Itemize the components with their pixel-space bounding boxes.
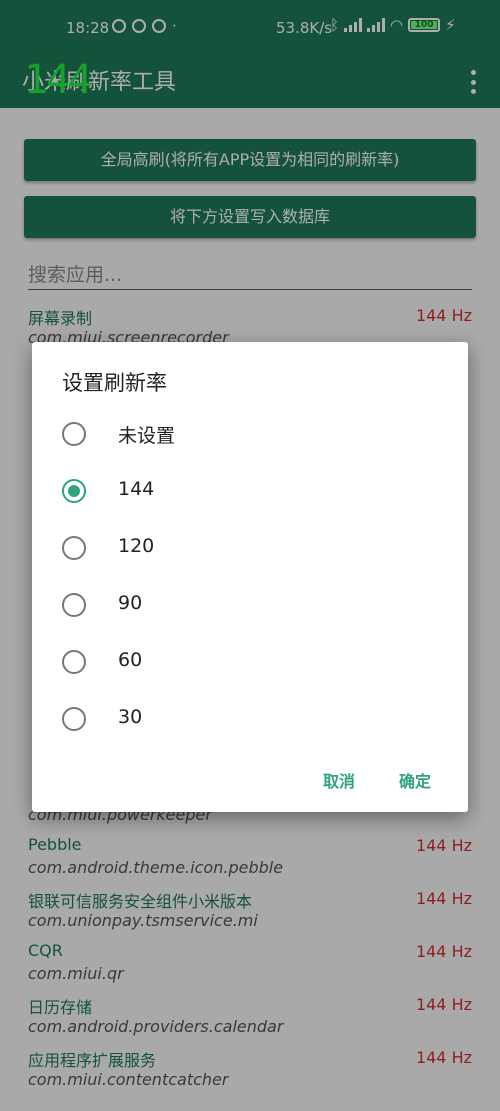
option-label: 144 <box>118 478 155 500</box>
refresh-rate-dialog: 设置刷新率 未设置 144 120 90 60 30 取消 确定 <box>32 342 468 812</box>
radio-button-checked[interactable] <box>62 479 86 503</box>
radio-button[interactable] <box>62 536 86 560</box>
option-label: 60 <box>118 649 143 671</box>
option-144[interactable]: 144 <box>32 465 468 521</box>
option-30[interactable]: 30 <box>32 693 468 749</box>
option-label: 30 <box>118 706 143 728</box>
radio-button[interactable] <box>62 593 86 617</box>
option-label: 90 <box>118 592 143 614</box>
confirm-button[interactable]: 确定 <box>399 768 431 792</box>
option-60[interactable]: 60 <box>32 636 468 692</box>
option-90[interactable]: 90 <box>32 579 468 635</box>
dialog-title: 设置刷新率 <box>62 371 167 395</box>
radio-button[interactable] <box>62 422 86 446</box>
option-unset[interactable]: 未设置 <box>32 408 468 464</box>
option-label: 未设置 <box>118 425 176 447</box>
cancel-button[interactable]: 取消 <box>323 768 355 792</box>
option-label: 120 <box>118 535 155 557</box>
radio-button[interactable] <box>62 650 86 674</box>
option-120[interactable]: 120 <box>32 522 468 578</box>
radio-button[interactable] <box>62 707 86 731</box>
